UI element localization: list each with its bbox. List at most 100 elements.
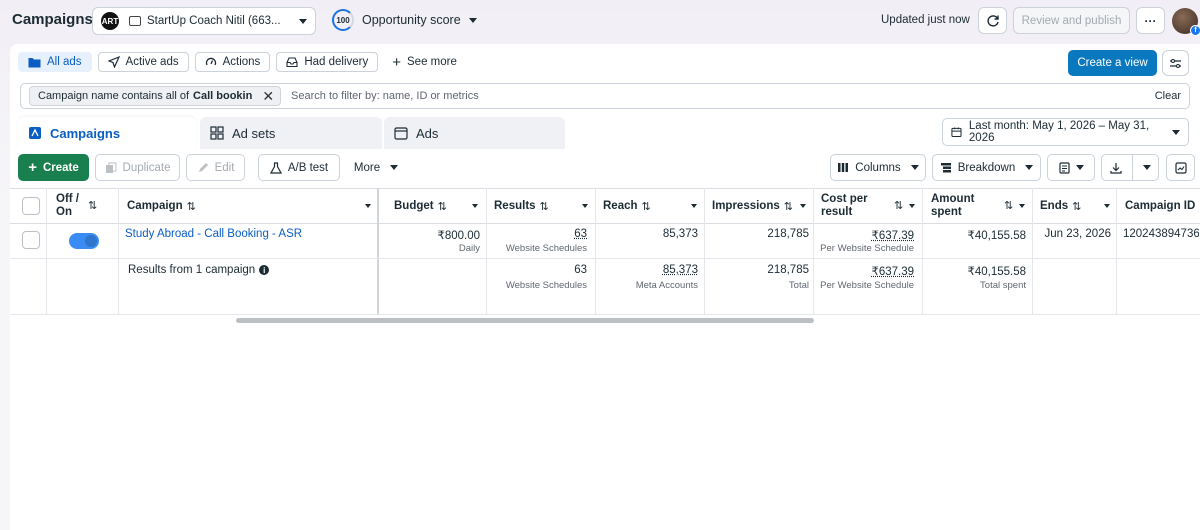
chevron-down-icon xyxy=(469,18,477,23)
spent-value: ₹40,155.58 xyxy=(928,228,1026,242)
filter-tab-label: Active ads xyxy=(126,56,179,68)
account-selector[interactable]: ART StartUp Coach Nitil (663... xyxy=(92,7,316,35)
column-header-label: Results xyxy=(494,200,536,212)
plus-icon: + xyxy=(392,54,401,71)
column-header-impressions[interactable]: Impressions ⇅ xyxy=(712,188,793,224)
chevron-down-icon[interactable] xyxy=(1019,204,1025,208)
tab-campaigns[interactable]: Campaigns xyxy=(18,117,196,149)
folder-icon xyxy=(28,57,41,68)
summary-cost-sub: Per Website Schedule xyxy=(818,280,914,291)
cost-value[interactable]: ₹637.39 xyxy=(818,228,914,242)
summary-impressions: 218,785 xyxy=(710,264,809,276)
filter-tab-all-ads[interactable]: All ads xyxy=(18,52,92,72)
summary-label-wrap: Results from 1 campaign i xyxy=(128,264,269,276)
clear-button[interactable]: Clear xyxy=(1155,90,1181,102)
search-filter-bar[interactable]: Campaign name contains all of Call booki… xyxy=(20,83,1190,109)
tab-ads[interactable]: Ads xyxy=(384,117,565,149)
filter-tab-active-ads[interactable]: Active ads xyxy=(98,52,189,72)
summary-label: Results from 1 campaign xyxy=(128,264,255,276)
more-options-button[interactable]: ··· xyxy=(1136,7,1165,34)
columns-dropdown[interactable]: Columns xyxy=(830,154,926,181)
refresh-button[interactable] xyxy=(978,7,1007,34)
sort-icon[interactable]: ⇅ xyxy=(642,200,651,213)
column-header-campaign-id[interactable]: Campaign ID xyxy=(1125,188,1195,224)
row-checkbox[interactable] xyxy=(22,231,40,249)
filter-tab-had-delivery[interactable]: Had delivery xyxy=(276,52,378,72)
filter-chip[interactable]: Campaign name contains all of Call booki… xyxy=(29,86,281,106)
gauge-icon xyxy=(205,56,217,68)
select-all-checkbox[interactable] xyxy=(22,197,40,215)
column-header-label: Cost per result xyxy=(821,193,881,219)
tab-ad-sets[interactable]: Ad sets xyxy=(200,117,382,149)
results-value[interactable]: 63 xyxy=(494,228,587,240)
search-input[interactable]: Search to filter by: name, ID or metrics xyxy=(291,90,1155,102)
column-header-cost-per-result[interactable]: Cost per result xyxy=(821,188,881,224)
opportunity-score-ring: 100 xyxy=(332,9,354,31)
avatar[interactable]: f xyxy=(1172,8,1198,34)
column-header-label: Campaign xyxy=(127,200,183,212)
chevron-down-icon[interactable] xyxy=(472,204,478,208)
column-header-ends[interactable]: Ends ⇅ xyxy=(1040,188,1081,224)
breakdown-dropdown[interactable]: Breakdown xyxy=(932,154,1041,181)
reports-dropdown[interactable] xyxy=(1047,154,1095,181)
sort-icon[interactable]: ⇅ xyxy=(88,200,97,213)
column-header-results[interactable]: Results ⇅ xyxy=(494,188,549,224)
close-icon[interactable]: ✕ xyxy=(262,88,274,105)
column-header-off-on[interactable]: Off / On ⇅ xyxy=(56,188,116,224)
sort-icon[interactable]: ⇅ xyxy=(438,200,447,213)
chevron-down-icon[interactable] xyxy=(1104,204,1110,208)
summary-results-sub: Website Schedules xyxy=(494,280,587,291)
more-dropdown[interactable]: More xyxy=(348,154,404,181)
info-icon[interactable]: i xyxy=(259,265,269,275)
column-header-budget[interactable]: Budget ⇅ xyxy=(394,188,447,224)
chevron-down-icon[interactable] xyxy=(365,204,371,208)
opportunity-score[interactable]: 100 Opportunity score xyxy=(332,9,477,31)
summary-impressions-sub: Total xyxy=(710,280,809,291)
chevron-down-icon[interactable] xyxy=(582,204,588,208)
see-more-button[interactable]: + See more xyxy=(384,52,465,72)
summary-reach[interactable]: 85,373 xyxy=(600,264,698,276)
chevron-down-icon[interactable] xyxy=(909,204,915,208)
export-button[interactable] xyxy=(1101,154,1159,181)
chevron-down-icon[interactable] xyxy=(800,204,806,208)
column-header-reach[interactable]: Reach ⇅ xyxy=(603,188,651,224)
chevron-down-icon[interactable] xyxy=(691,204,697,208)
create-button[interactable]: + Create xyxy=(18,154,89,181)
sort-icon[interactable]: ⇅ xyxy=(784,200,793,213)
create-view-button[interactable]: Create a view xyxy=(1068,50,1157,76)
chevron-down-icon xyxy=(1076,165,1084,170)
campaign-toggle[interactable] xyxy=(69,233,99,249)
filter-tab-actions[interactable]: Actions xyxy=(195,52,271,72)
review-publish-button[interactable]: Review and publish xyxy=(1013,7,1130,34)
sort-icon[interactable]: ⇅ xyxy=(894,199,903,212)
refresh-icon xyxy=(986,14,1000,28)
sort-icon[interactable]: ⇅ xyxy=(1004,199,1013,212)
create-label: Create xyxy=(43,162,79,174)
chevron-down-icon xyxy=(1172,130,1180,135)
summary-spent-sub: Total spent xyxy=(928,280,1026,291)
horizontal-scrollbar[interactable] xyxy=(236,318,814,323)
opportunity-score-label: Opportunity score xyxy=(362,13,461,27)
duplicate-button[interactable]: Duplicate xyxy=(95,154,180,181)
edit-button[interactable]: Edit xyxy=(186,154,245,181)
sort-icon[interactable]: ⇅ xyxy=(187,200,196,213)
column-header-amount-spent[interactable]: Amount spent xyxy=(931,188,989,224)
chevron-down-icon xyxy=(1025,165,1033,170)
chart-toggle-button[interactable] xyxy=(1166,154,1195,181)
ab-test-button[interactable]: A/B test xyxy=(258,154,340,181)
view-settings-button[interactable] xyxy=(1162,50,1189,76)
campaign-name-link[interactable]: Study Abroad - Call Booking - ASR xyxy=(125,228,302,240)
column-header-label: Ends xyxy=(1040,200,1068,212)
summary-results: 63 xyxy=(494,264,587,276)
sort-icon[interactable]: ⇅ xyxy=(540,200,549,213)
sort-icon[interactable]: ⇅ xyxy=(1072,200,1081,213)
calendar-icon xyxy=(951,126,962,138)
chevron-down-icon xyxy=(911,165,919,170)
pencil-icon xyxy=(197,162,209,174)
date-range-picker[interactable]: Last month: May 1, 2026 – May 31, 2026 xyxy=(942,118,1189,146)
summary-cost[interactable]: ₹637.39 xyxy=(818,264,914,278)
flask-icon xyxy=(270,162,282,174)
columns-label: Columns xyxy=(855,162,900,174)
column-header-label: Reach xyxy=(603,200,638,212)
column-header-campaign[interactable]: Campaign ⇅ xyxy=(127,188,196,224)
